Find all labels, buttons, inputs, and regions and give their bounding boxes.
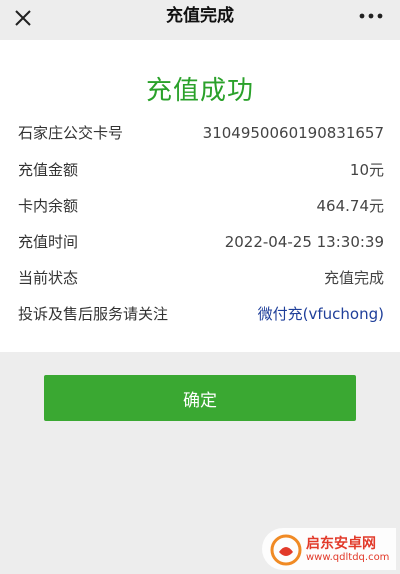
card-number-label: 石家庄公交卡号 [18, 124, 124, 142]
result-card: 充值成功 石家庄公交卡号 3104950060190831657 充值金额 10… [0, 40, 400, 352]
confirm-button[interactable]: 确定 [44, 375, 356, 421]
detail-row-status: 当前状态 充值完成 [18, 266, 384, 290]
more-button[interactable] [356, 4, 386, 28]
balance-label: 卡内余额 [18, 197, 79, 215]
top-bar: 充值完成 [0, 0, 400, 40]
page-title: 充值完成 [166, 6, 234, 26]
more-dots-icon [359, 13, 383, 19]
status-label: 当前状态 [18, 269, 79, 287]
time-label: 充值时间 [18, 233, 79, 251]
service-label: 投诉及售后服务请关注 [18, 305, 169, 323]
detail-row-service: 投诉及售后服务请关注 微付充(vfuchong) [18, 302, 384, 326]
detail-row-balance: 卡内余额 464.74元 [18, 194, 384, 218]
watermark: 启东安卓网 www.qdltdq.com [262, 528, 396, 570]
detail-row-time: 充值时间 2022-04-25 13:30:39 [18, 230, 384, 254]
success-title: 充值成功 [145, 76, 254, 106]
watermark-logo-icon [270, 534, 302, 566]
amount-label: 充值金额 [18, 161, 79, 179]
detail-row-amount: 充值金额 10元 [18, 158, 384, 182]
watermark-name: 启东安卓网 [306, 536, 376, 552]
service-account-link[interactable]: 微付充(vfuchong) [258, 302, 384, 326]
watermark-url: www.qdltdq.com [306, 552, 390, 563]
card-number-value: 3104950060190831657 [202, 124, 384, 142]
amount-value: 10元 [349, 161, 384, 179]
status-value: 充值完成 [323, 269, 384, 287]
detail-row-card-number: 石家庄公交卡号 3104950060190831657 [18, 121, 384, 145]
balance-value: 464.74元 [316, 197, 385, 215]
time-value: 2022-04-25 13:30:39 [224, 233, 384, 251]
